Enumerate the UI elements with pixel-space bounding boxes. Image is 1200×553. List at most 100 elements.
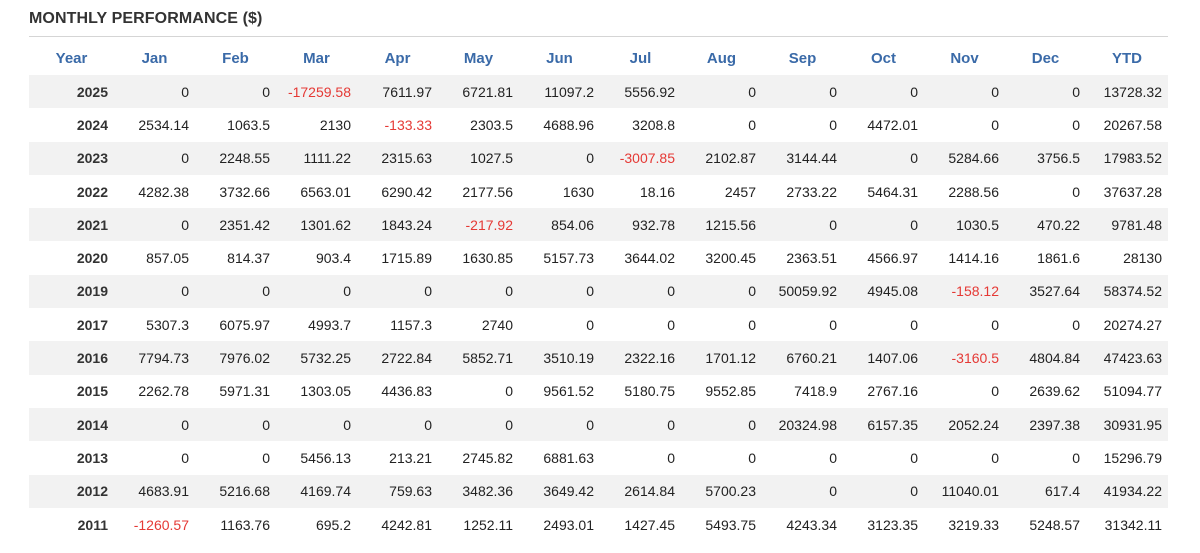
month-value-cell: 0 xyxy=(1072,183,1080,200)
month-value-cell: 0 xyxy=(114,208,195,242)
month-value-cell: 4169.74 xyxy=(276,474,357,508)
month-value-cell: 5216.68 xyxy=(195,474,276,508)
month-value-cell: 854.06 xyxy=(519,208,600,242)
month-value-cell: 470.22 xyxy=(1005,208,1086,242)
month-value-cell: 1027.5 xyxy=(438,141,519,175)
month-value-cell: 4683.91 xyxy=(114,474,195,508)
year-cell: 2019 xyxy=(29,274,114,309)
month-value-cell: 759.63 xyxy=(357,474,438,508)
ytd-cell: 13728.32 xyxy=(1086,75,1168,109)
month-value-cell: 0 xyxy=(762,208,843,242)
month-value-cell: 5464.31 xyxy=(867,183,918,200)
month-value-cell: 0 xyxy=(519,407,600,442)
column-header-year: Year xyxy=(55,50,88,67)
month-value-cell: 5556.92 xyxy=(600,75,681,109)
month-value-cell: 20324.98 xyxy=(762,407,843,442)
month-value-cell: 5248.57 xyxy=(1029,516,1080,533)
month-value-cell: 2639.62 xyxy=(1029,383,1080,400)
month-value-cell: 0 xyxy=(114,274,195,309)
month-value-cell: 2457 xyxy=(724,183,756,200)
month-value-cell: 0 xyxy=(357,407,438,442)
month-value-cell: 0 xyxy=(195,274,276,309)
month-value-cell: 1701.12 xyxy=(681,341,762,375)
month-value-cell: 1630 xyxy=(562,183,594,200)
month-value-cell: 0 xyxy=(991,383,999,400)
ytd-cell: 30931.95 xyxy=(1086,407,1168,442)
month-value-cell: 4242.81 xyxy=(381,516,432,533)
month-value-cell: 2052.24 xyxy=(924,407,1005,442)
ytd-cell: 9781.48 xyxy=(1086,208,1168,242)
month-value-cell: 814.37 xyxy=(227,250,270,267)
month-value-cell: 0 xyxy=(748,316,756,333)
month-value-cell: 213.21 xyxy=(389,449,432,466)
month-value-cell: 0 xyxy=(762,75,843,109)
column-header-jul: Jul xyxy=(629,50,652,67)
month-value-cell: 1157.3 xyxy=(390,316,432,333)
month-value-cell: 2363.51 xyxy=(786,250,837,267)
month-value-cell: 0 xyxy=(357,274,438,309)
month-value-cell: 0 xyxy=(262,449,270,466)
month-value-cell: 0 xyxy=(519,274,600,309)
month-value-cell: 617.4 xyxy=(1005,474,1086,508)
month-value-cell: 0 xyxy=(681,274,762,309)
month-value-cell: 1252.11 xyxy=(463,516,513,533)
month-value-cell: 9552.85 xyxy=(705,383,756,400)
month-value-cell: 6290.42 xyxy=(381,183,432,200)
ytd-cell: 20274.27 xyxy=(1103,316,1162,333)
column-header-dec: Dec xyxy=(1031,50,1060,67)
month-value-cell: 2262.78 xyxy=(138,383,189,400)
month-value-cell: 0 xyxy=(991,316,999,333)
ytd-cell: 37637.28 xyxy=(1103,183,1162,200)
month-value-cell: 2177.56 xyxy=(462,183,513,200)
month-value-cell: 0 xyxy=(667,449,675,466)
month-value-cell: 1301.62 xyxy=(276,208,357,242)
ytd-cell: 31342.11 xyxy=(1104,516,1162,533)
month-value-cell: 3644.02 xyxy=(624,250,675,267)
month-value-cell: 18.16 xyxy=(639,183,675,200)
month-value-cell: 1215.56 xyxy=(681,208,762,242)
month-value-cell: 2614.84 xyxy=(600,474,681,508)
table-row: 2015 2262.78 5971.31 1303.05 4436.83 0 9561.52… xyxy=(29,375,1168,408)
month-value-cell: 0 xyxy=(991,449,999,466)
column-header-may: May xyxy=(463,50,494,67)
month-value-cell: 3732.66 xyxy=(219,183,270,200)
column-header-nov: Nov xyxy=(950,50,979,67)
month-value-cell: 0 xyxy=(843,474,924,508)
year-cell: 2022 xyxy=(76,183,108,200)
column-header-oct: Oct xyxy=(870,50,896,67)
column-header-jun: Jun xyxy=(546,50,573,67)
month-value-cell: 0 xyxy=(1072,449,1080,466)
ytd-cell: 47423.63 xyxy=(1086,341,1168,375)
month-value-cell: -3007.85 xyxy=(600,141,681,175)
month-value-cell: 2303.5 xyxy=(470,116,513,133)
month-value-cell: 1030.5 xyxy=(924,208,1005,242)
table-row: 2013 0 0 5456.13 213.21 2745.82 6881.63 0 0 0 0 0 0 1… xyxy=(29,441,1168,474)
table-row: 2025 0 0 -17259.58 7611.97 6721.81 11097.2 5556… xyxy=(29,75,1168,109)
month-value-cell: 6760.21 xyxy=(762,341,843,375)
month-value-cell: -3160.5 xyxy=(924,341,1005,375)
table-row: 2011 -1260.57 1163.76 695.2 4242.81 1252.11 24… xyxy=(29,508,1168,541)
ytd-cell: 17983.52 xyxy=(1086,141,1168,175)
month-value-cell: 6157.35 xyxy=(843,407,924,442)
month-value-cell: 3527.64 xyxy=(1005,274,1086,309)
table-row: 2024 2534.14 1063.5 2130 -133.33 2303.5 4688.9… xyxy=(29,108,1168,141)
ytd-cell: 58374.52 xyxy=(1086,274,1168,309)
month-value-cell: -158.12 xyxy=(924,274,1005,309)
month-value-cell: 2351.42 xyxy=(195,208,276,242)
year-cell: 2016 xyxy=(29,341,114,375)
month-value-cell: 0 xyxy=(924,75,1005,109)
month-value-cell: 1163.76 xyxy=(220,516,270,533)
month-value-cell: 2740 xyxy=(481,316,513,333)
month-value-cell: 5852.71 xyxy=(438,341,519,375)
month-value-cell: 5180.75 xyxy=(624,383,675,400)
table-row: 2012 4683.91 5216.68 4169.74 759.63 3482.36 36… xyxy=(29,474,1168,508)
ytd-cell: 20267.58 xyxy=(1103,116,1162,133)
month-value-cell: 7611.97 xyxy=(357,75,438,109)
month-value-cell: 0 xyxy=(991,116,999,133)
table-body: 2025 0 0 -17259.58 7611.97 6721.81 11097.2 5556… xyxy=(29,75,1168,541)
month-value-cell: 0 xyxy=(667,316,675,333)
month-value-cell: 3144.44 xyxy=(762,141,843,175)
month-value-cell: 0 xyxy=(910,449,918,466)
column-header-jan: Jan xyxy=(141,50,168,67)
month-value-cell: 5732.25 xyxy=(276,341,357,375)
